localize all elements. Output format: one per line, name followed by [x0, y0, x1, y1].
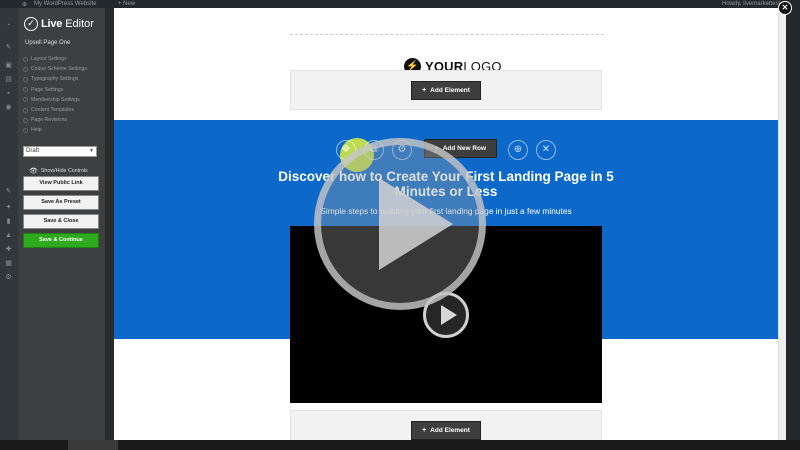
site-name[interactable]: My WordPress Website [34, 1, 96, 7]
close-editor-icon[interactable]: ✕ [778, 1, 792, 15]
media-icon[interactable]: ▣ [4, 62, 13, 69]
save-and-continue-button[interactable]: Save & Continue [23, 233, 99, 248]
appearance-icon[interactable]: ✎ [4, 188, 13, 195]
pages-icon[interactable]: ▤ [4, 76, 13, 83]
screen: ⊕ My WordPress Website + New Howdy, live… [0, 0, 800, 450]
element-area-top: + Add Element [290, 70, 602, 110]
play-icon [441, 305, 457, 325]
bullet-icon [23, 97, 28, 103]
menu-item-colour-scheme[interactable]: Colour Scheme Settings [23, 64, 87, 74]
tools-icon[interactable]: ▲ [4, 232, 13, 239]
bullet-icon [23, 56, 28, 62]
bullet-icon [23, 127, 28, 133]
comments-icon[interactable]: ▪ [4, 90, 13, 97]
plus-icon: + [422, 87, 427, 94]
menu-item-page-settings[interactable]: Page Settings [23, 85, 87, 95]
menu-item-content-templates[interactable]: Content Templates [23, 105, 87, 115]
gear-icon[interactable]: ⚙ [4, 274, 13, 281]
liveeditor-menu-icon[interactable]: ◉ [4, 104, 13, 111]
show-hide-label: Show/Hide Controls [40, 168, 88, 174]
save-as-preset-button[interactable]: Save As Preset [23, 195, 99, 210]
live-editor-logo: ✓ Live Editor [24, 16, 94, 32]
users-icon[interactable]: ▮ [4, 218, 13, 225]
dashboard-icon[interactable]: ◔ [4, 22, 13, 29]
view-public-link-button[interactable]: View Public Link [23, 176, 99, 191]
live-editor-sidebar: ✓ Live Editor Upsell Page One Layout Sett… [18, 8, 106, 440]
wp-admin-bar: ⊕ My WordPress Website + New Howdy, live… [0, 0, 800, 8]
menu-item-help[interactable]: Help [23, 125, 87, 135]
new-link[interactable]: + New [118, 1, 135, 7]
status-value: Draft [26, 148, 40, 154]
add-row-circle-icon[interactable]: ⊕ [508, 140, 528, 160]
page-name: Upsell Page One [25, 40, 71, 46]
eye-icon: 👁 [29, 168, 38, 175]
tutorial-video-play-overlay[interactable] [314, 138, 486, 310]
bullet-icon [23, 117, 28, 123]
save-and-close-button[interactable]: Save & Close [23, 214, 99, 229]
canvas-scrollbar[interactable] [778, 8, 786, 440]
play-icon [379, 178, 453, 270]
menu-item-typography[interactable]: Typography Settings [23, 74, 87, 84]
bullet-icon [23, 76, 28, 82]
divider [290, 34, 604, 35]
wp-admin-menu: ◔ ✎ ▣ ▤ ▪ ◉ ✎ ✦ ▮ ▲ ✚ ▦ ⚙ [0, 8, 18, 450]
delete-row-icon[interactable]: ✕ [536, 140, 556, 160]
live-editor-logo-icon: ✓ [24, 17, 38, 31]
status-select[interactable]: Draft ▼ [23, 146, 97, 157]
settings-icon[interactable]: ✚ [4, 246, 13, 253]
bullet-icon [23, 66, 28, 72]
plugins-icon[interactable]: ✦ [4, 204, 13, 211]
bullet-icon [23, 87, 28, 93]
posts-icon[interactable]: ✎ [4, 44, 13, 51]
bottom-strip [0, 440, 800, 450]
misc-icon[interactable]: ▦ [4, 260, 13, 267]
howdy-user[interactable]: Howdy, livemarkettest [722, 1, 780, 7]
logo-text-bold: Live [41, 18, 63, 30]
settings-menu: Layout Settings Colour Scheme Settings T… [23, 54, 87, 136]
logo-text-rest: Editor [65, 18, 94, 30]
bullet-icon [23, 107, 28, 113]
chevron-down-icon: ▼ [89, 148, 94, 154]
element-area-bottom: + Add Element [290, 410, 602, 440]
add-element-button-top[interactable]: + Add Element [411, 81, 481, 100]
plus-icon: + [422, 427, 427, 434]
menu-item-layout-settings[interactable]: Layout Settings [23, 54, 87, 64]
menu-item-page-revisions[interactable]: Page Revisions [23, 115, 87, 125]
progress-segment [68, 440, 118, 450]
menu-item-membership[interactable]: Membership Settings [23, 95, 87, 105]
add-element-button-bottom[interactable]: + Add Element [411, 421, 481, 440]
wp-logo-icon[interactable]: ⊕ [22, 1, 27, 8]
